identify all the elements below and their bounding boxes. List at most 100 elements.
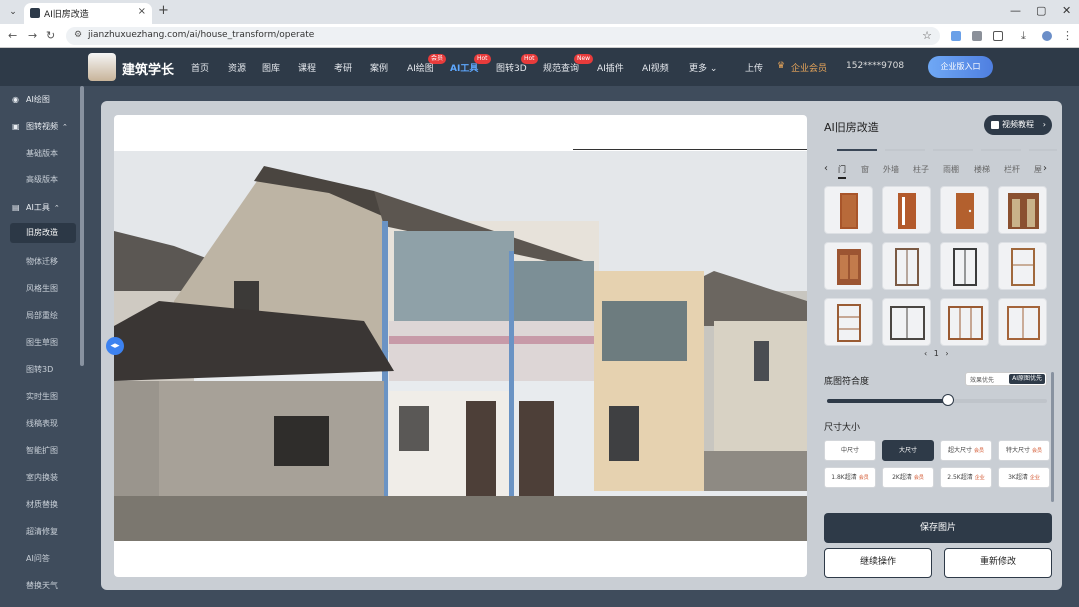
door-option-tile[interactable] (940, 186, 989, 234)
door-option-tile[interactable] (940, 298, 989, 346)
door-option-tile[interactable] (998, 242, 1047, 290)
extensions-puzzle-icon[interactable] (993, 31, 1003, 41)
size-option[interactable]: 1.8K超清 会员 (824, 467, 876, 488)
url-field[interactable]: ⚙ jianzhuxuezhang.com/ai/house_transform… (66, 27, 940, 45)
size-option[interactable]: 特大尺寸 会员 (998, 440, 1050, 461)
sidebar-item[interactable]: 基础版本 (26, 148, 58, 159)
door-option-tile[interactable] (998, 298, 1047, 346)
sidebar-item[interactable]: 图生草图 (26, 337, 58, 348)
extension-icon[interactable] (972, 31, 982, 41)
category-door[interactable]: 门 (838, 164, 846, 179)
nav-cases[interactable]: 案例 (370, 61, 388, 74)
size-option[interactable]: 2K超清 会员 (882, 467, 934, 488)
door-option-tile[interactable] (824, 186, 873, 234)
redo-button[interactable]: 重新修改 (944, 548, 1052, 578)
fit-option-original[interactable]: AI原图优先 (1009, 374, 1045, 384)
fit-slider-knob[interactable] (942, 394, 954, 406)
door-option-tile[interactable] (882, 186, 931, 234)
upload-link[interactable]: 上传 (745, 61, 763, 74)
fit-slider[interactable] (827, 394, 1047, 406)
sidebar-section-ai-draw[interactable]: ◉ AI绘图 (12, 94, 50, 105)
nav-home[interactable]: 首页 (191, 61, 209, 74)
enterprise-entry-button[interactable]: 企业版入口 (928, 56, 993, 78)
sidebar-section-ai-tools[interactable]: ▤ AI工具 ⌃ (12, 202, 60, 213)
continue-button[interactable]: 继续操作 (824, 548, 932, 578)
category-roof[interactable]: 屋 (1034, 164, 1042, 175)
door-option-tile[interactable] (824, 242, 873, 290)
browser-tab[interactable]: AI旧房改造 × (24, 3, 152, 24)
sidebar-item[interactable]: 风格生图 (26, 283, 58, 294)
new-tab-icon[interactable]: + (158, 3, 169, 18)
size-option[interactable]: 超大尺寸 会员 (940, 440, 992, 461)
compare-slider-handle[interactable]: ◂▸ (106, 337, 124, 355)
sidebar-item[interactable]: 室内换装 (26, 472, 58, 483)
nav-courses[interactable]: 课程 (298, 61, 316, 74)
sidebar-item-old-house[interactable]: 旧房改造 (10, 223, 76, 243)
sidebar-item[interactable]: 超清修复 (26, 526, 58, 537)
sidebar-item[interactable]: AI问答 (26, 553, 50, 564)
category-canopy[interactable]: 雨棚 (943, 164, 959, 175)
nav-more[interactable]: 更多 ⌄ (689, 61, 717, 74)
nav-ai-tools[interactable]: AI工具 (450, 61, 478, 74)
sidebar-item[interactable]: 线稿表现 (26, 418, 58, 429)
sidebar-item[interactable]: 物体迁移 (26, 256, 58, 267)
save-image-button[interactable]: 保存图片 (824, 513, 1052, 543)
nav-standards[interactable]: 规范查询 (543, 61, 579, 74)
size-option[interactable]: 2.5K超清 企业 (940, 467, 992, 488)
bookmark-star-icon[interactable]: ☆ (922, 29, 932, 42)
extension-icon[interactable] (951, 31, 961, 41)
door-option-tile[interactable] (882, 298, 931, 346)
site-info-icon[interactable]: ⚙ (74, 30, 82, 40)
category-prev-icon[interactable]: ‹ (824, 163, 828, 174)
image-canvas[interactable] (114, 115, 807, 577)
page-prev-icon[interactable]: ‹ (924, 349, 927, 358)
video-tutorial-button[interactable]: 视频教程 › (984, 115, 1052, 135)
fit-option-effect[interactable]: 效果优先 (970, 375, 994, 384)
sidebar-item[interactable]: 智能扩图 (26, 445, 58, 456)
vip-label[interactable]: 企业会员 (791, 61, 827, 74)
sidebar-item[interactable]: 实时生图 (26, 391, 58, 402)
forward-icon[interactable]: → (28, 29, 37, 42)
download-icon[interactable]: ⤓ (1021, 29, 1026, 43)
door-option-tile[interactable] (998, 186, 1047, 234)
close-window-icon[interactable]: ✕ (1062, 4, 1071, 17)
nav-ai-plugin[interactable]: AI插件 (597, 61, 624, 74)
user-phone[interactable]: 152****9708 (846, 61, 904, 71)
category-column[interactable]: 柱子 (913, 164, 929, 175)
back-icon[interactable]: ← (8, 29, 17, 42)
size-option[interactable]: 中尺寸 (824, 440, 876, 461)
nav-gallery[interactable]: 图库 (262, 61, 280, 74)
site-logo-text[interactable]: 建筑学长 (122, 59, 174, 78)
nav-exam[interactable]: 考研 (334, 61, 352, 74)
logo-avatar[interactable] (88, 53, 116, 81)
category-next-icon[interactable]: › (1043, 163, 1047, 174)
sidebar-item[interactable]: 替换天气 (26, 580, 58, 591)
page-number[interactable]: 1 (934, 349, 939, 358)
profile-avatar-icon[interactable] (1042, 31, 1052, 41)
category-wall[interactable]: 外墙 (883, 164, 899, 175)
tab-search-icon[interactable]: ⌄ (6, 5, 20, 19)
size-option[interactable]: 3K超清 企业 (998, 467, 1050, 488)
size-option-selected[interactable]: 大尺寸 (882, 440, 934, 461)
sidebar-item[interactable]: 图转3D (26, 364, 53, 375)
sidebar-item[interactable]: 局部重绘 (26, 310, 58, 321)
close-tab-icon[interactable]: × (138, 6, 146, 17)
maximize-icon[interactable]: ▢ (1036, 4, 1046, 17)
nav-ai-video[interactable]: AI视频 (642, 61, 669, 74)
fit-mode-toggle[interactable]: 效果优先 AI原图优先 (965, 372, 1047, 386)
minimize-icon[interactable]: — (1010, 4, 1021, 17)
page-next-icon[interactable]: › (945, 349, 948, 358)
browser-menu-icon[interactable]: ⋮ (1062, 29, 1073, 42)
category-railing[interactable]: 栏杆 (1004, 164, 1020, 175)
door-option-tile[interactable] (940, 242, 989, 290)
panel-scrollbar[interactable] (1051, 372, 1054, 502)
sidebar-item[interactable]: 高级版本 (26, 174, 58, 185)
sidebar-scrollbar[interactable] (80, 86, 84, 366)
door-option-tile[interactable] (824, 298, 873, 346)
category-stairs[interactable]: 楼梯 (974, 164, 990, 175)
sidebar-item[interactable]: 材质替换 (26, 499, 58, 510)
sidebar-section-image-video[interactable]: ▣ 图转视频 ⌃ (12, 121, 68, 132)
door-option-tile[interactable] (882, 242, 931, 290)
category-window[interactable]: 窗 (861, 164, 869, 175)
nav-resources[interactable]: 资源 (228, 61, 246, 74)
